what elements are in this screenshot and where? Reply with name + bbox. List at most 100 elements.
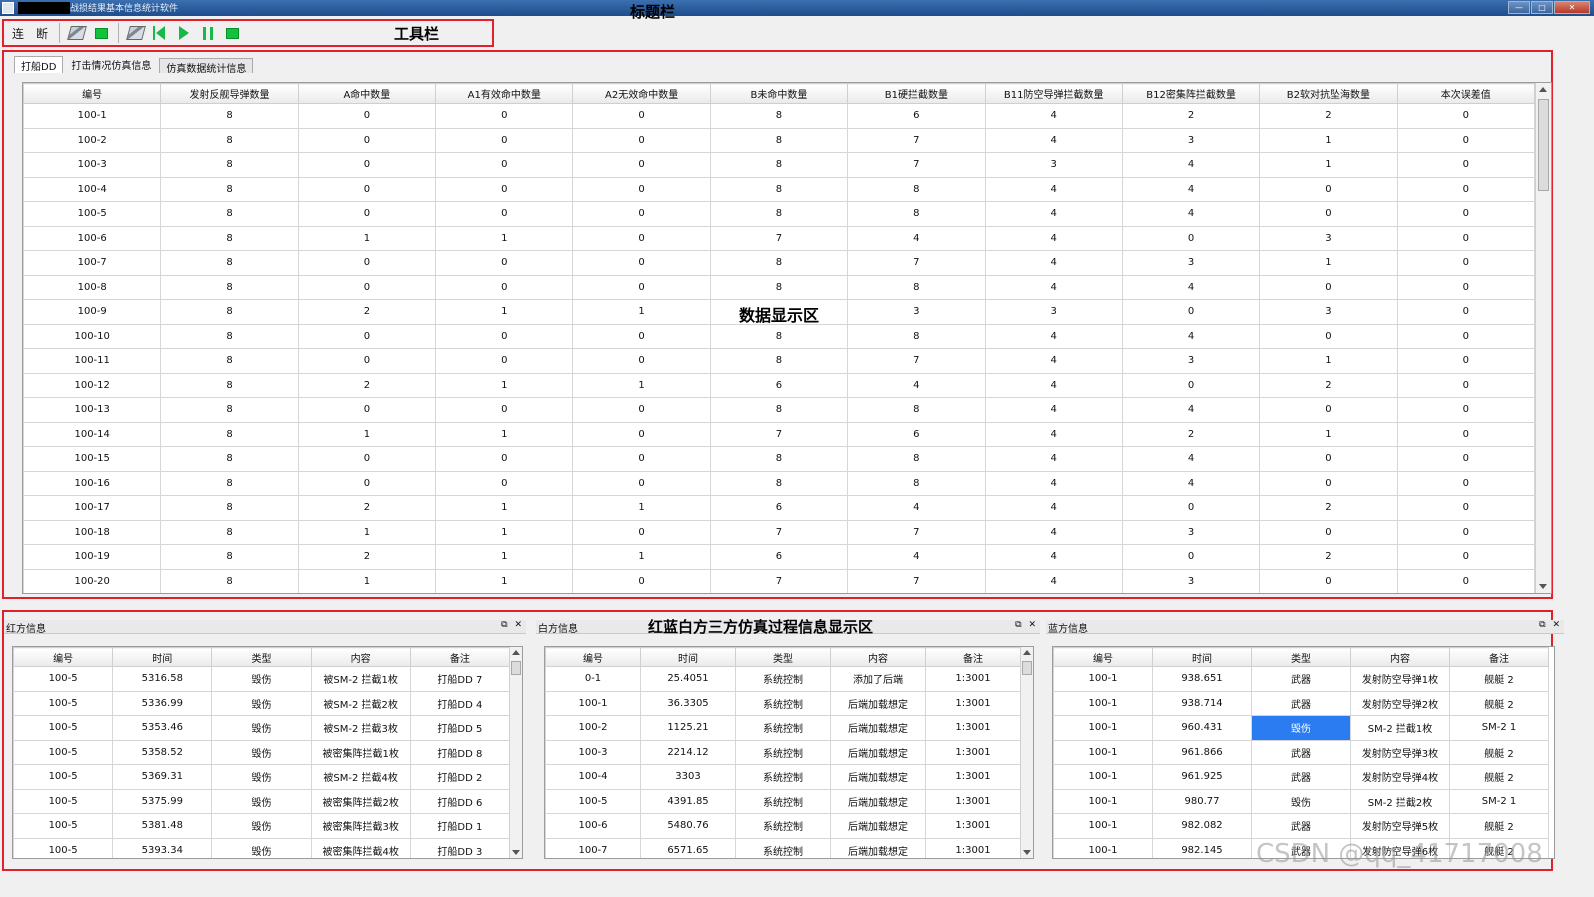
table-cell[interactable]: 被SM-2 拦截4枚 [310, 764, 411, 790]
table-cell[interactable]: 毁伤 [211, 764, 312, 790]
maximize-button[interactable]: □ [1531, 1, 1553, 14]
table-cell[interactable]: 0 [1396, 323, 1536, 349]
table-cell[interactable]: 3 [984, 299, 1123, 325]
table-cell[interactable]: 0 [572, 225, 711, 251]
table-cell[interactable]: 2 [1259, 544, 1398, 570]
table-cell[interactable]: 8 [709, 176, 849, 202]
table-cell[interactable]: 0 [572, 519, 711, 545]
table-row[interactable]: 100-5 4391.85 系统控制 后端加载想定 1:3001 [545, 788, 1021, 814]
table-cell[interactable]: 0 [1396, 568, 1536, 593]
table-cell[interactable]: 8 [709, 348, 849, 374]
table-cell[interactable]: 毁伤 [1251, 715, 1351, 741]
column-header[interactable]: B11防空导弹拦截数量 [984, 83, 1123, 104]
table-cell[interactable]: 打船DD 6 [409, 788, 511, 814]
table-cell[interactable]: 7 [847, 250, 986, 276]
table-cell[interactable]: 打船DD 7 [409, 666, 511, 692]
table-cell[interactable]: 武器 [1251, 666, 1351, 692]
table-cell[interactable]: 后端加载想定 [830, 715, 926, 741]
table-cell[interactable]: 8 [160, 544, 299, 570]
table-row[interactable]: 100-5 5369.31 毁伤 被SM-2 拦截4枚 打船DD 2 [13, 764, 511, 790]
table-cell[interactable]: 4 [984, 446, 1123, 472]
table-cell[interactable]: 100-5 [13, 715, 114, 741]
table-cell[interactable]: 8 [709, 250, 849, 276]
table-row[interactable]: 100-20 8 1 1 0 7 7 4 3 0 0 [23, 568, 1536, 593]
table-cell[interactable]: 0 [1396, 176, 1536, 202]
table-cell[interactable]: 4 [847, 544, 986, 570]
column-header[interactable]: A2无效命中数量 [572, 83, 711, 104]
table-cell[interactable]: 0 [297, 250, 437, 276]
table-cell[interactable]: 4 [1121, 323, 1261, 349]
table-cell[interactable]: 系统控制 [735, 837, 831, 858]
table-cell[interactable]: 毁伤 [211, 813, 312, 839]
table-cell[interactable]: 36.3305 [640, 690, 736, 716]
table-cell[interactable]: 毁伤 [211, 715, 312, 741]
table-cell[interactable]: 8 [160, 568, 299, 593]
table-cell[interactable]: 7 [847, 127, 986, 153]
table-cell[interactable]: 打船DD 2 [409, 764, 511, 790]
column-header[interactable]: 类型 [1251, 647, 1351, 667]
column-header[interactable]: 编号 [13, 647, 114, 667]
table-cell[interactable]: 8 [709, 470, 849, 496]
table-cell[interactable]: 0 [1259, 519, 1398, 545]
play-icon[interactable] [174, 23, 194, 43]
column-header[interactable]: 本次误差值 [1396, 83, 1536, 104]
column-header[interactable]: 编号 [23, 83, 162, 104]
table-cell[interactable]: 1:3001 [925, 666, 1021, 692]
table-row[interactable]: 100-17 8 2 1 1 6 4 4 0 2 0 [23, 495, 1536, 521]
table-cell[interactable]: 发射防空导弹4枚 [1350, 764, 1450, 790]
table-cell[interactable]: 3303 [640, 764, 736, 790]
table-cell[interactable]: 100-4 [23, 176, 162, 202]
table-cell[interactable]: 8 [160, 397, 299, 423]
table-row[interactable]: 100-5 8 0 0 0 8 8 4 4 0 0 [23, 201, 1536, 227]
table-cell[interactable]: 8 [709, 446, 849, 472]
table-cell[interactable]: 添加了后端 [830, 666, 926, 692]
table-cell[interactable]: 1 [435, 544, 574, 570]
blue-info-table[interactable]: 编号 时间 类型 内容 备注 100-1 938.651 武器 发射防空导弹1枚 舰艇 2 100-… [1052, 646, 1555, 859]
column-header[interactable]: A1有效命中数量 [435, 83, 574, 104]
table-cell[interactable]: 1:3001 [925, 813, 1021, 839]
table-cell[interactable]: 4 [1121, 152, 1261, 178]
table-cell[interactable]: 0 [1396, 201, 1536, 227]
table-cell[interactable]: 0 [435, 470, 574, 496]
restore-icon[interactable]: ⧉ [1539, 620, 1547, 630]
table-cell[interactable]: 舰艇 2 [1449, 764, 1549, 790]
table-cell[interactable]: 2 [1259, 495, 1398, 521]
table-cell[interactable]: 1125.21 [640, 715, 736, 741]
table-cell[interactable]: 100-5 [13, 690, 114, 716]
table-cell[interactable]: 0 [1259, 201, 1398, 227]
table-cell[interactable]: 1 [1259, 348, 1398, 374]
table-cell[interactable]: 2 [1121, 103, 1261, 129]
column-header[interactable]: 备注 [925, 647, 1021, 667]
table-cell[interactable]: 100-9 [23, 299, 162, 325]
table-cell[interactable]: 8 [160, 348, 299, 374]
table-cell[interactable]: 938.651 [1152, 666, 1252, 692]
table-row[interactable]: 100-1 960.431 毁伤 SM-2 拦截1枚 SM-2 1 [1053, 715, 1549, 741]
table-row[interactable]: 100-15 8 0 0 0 8 8 4 4 0 0 [23, 446, 1536, 472]
restore-icon[interactable]: ⧉ [1015, 620, 1023, 630]
table-cell[interactable]: 100-7 [23, 250, 162, 276]
table-cell[interactable]: 武器 [1251, 764, 1351, 790]
table-row[interactable]: 100-6 5480.76 系统控制 后端加载想定 1:3001 [545, 813, 1021, 839]
table-cell[interactable]: 8 [847, 397, 986, 423]
table-cell[interactable]: 100-5 [13, 837, 114, 858]
table-cell[interactable]: 3 [1259, 299, 1398, 325]
table-cell[interactable]: 0 [1121, 372, 1261, 398]
table-cell[interactable]: 打船DD 4 [409, 690, 511, 716]
table-cell[interactable]: 1:3001 [925, 739, 1021, 765]
table-cell[interactable]: 0 [297, 348, 437, 374]
table-cell[interactable]: 0 [435, 176, 574, 202]
table-cell[interactable]: 被密集阵拦截4枚 [310, 837, 411, 858]
table-cell[interactable]: 0-1 [545, 666, 641, 692]
table-cell[interactable]: 打船DD 3 [409, 837, 511, 858]
table-row[interactable]: 100-1 8 0 0 0 8 6 4 2 2 0 [23, 103, 1536, 129]
table-cell[interactable]: 8 [709, 397, 849, 423]
table-row[interactable]: 100-5 5336.99 毁伤 被SM-2 拦截2枚 打船DD 4 [13, 690, 511, 716]
table-cell[interactable]: 8 [847, 201, 986, 227]
table-cell[interactable]: 961.866 [1152, 739, 1252, 765]
table-cell[interactable]: 0 [1259, 470, 1398, 496]
table-row[interactable]: 100-7 8 0 0 0 8 7 4 3 1 0 [23, 250, 1536, 276]
table-cell[interactable]: SM-2 1 [1449, 788, 1549, 814]
table-cell[interactable]: 0 [1396, 152, 1536, 178]
table-cell[interactable]: 0 [572, 421, 711, 447]
table-row[interactable]: 100-8 8 0 0 0 8 8 4 4 0 0 [23, 274, 1536, 300]
